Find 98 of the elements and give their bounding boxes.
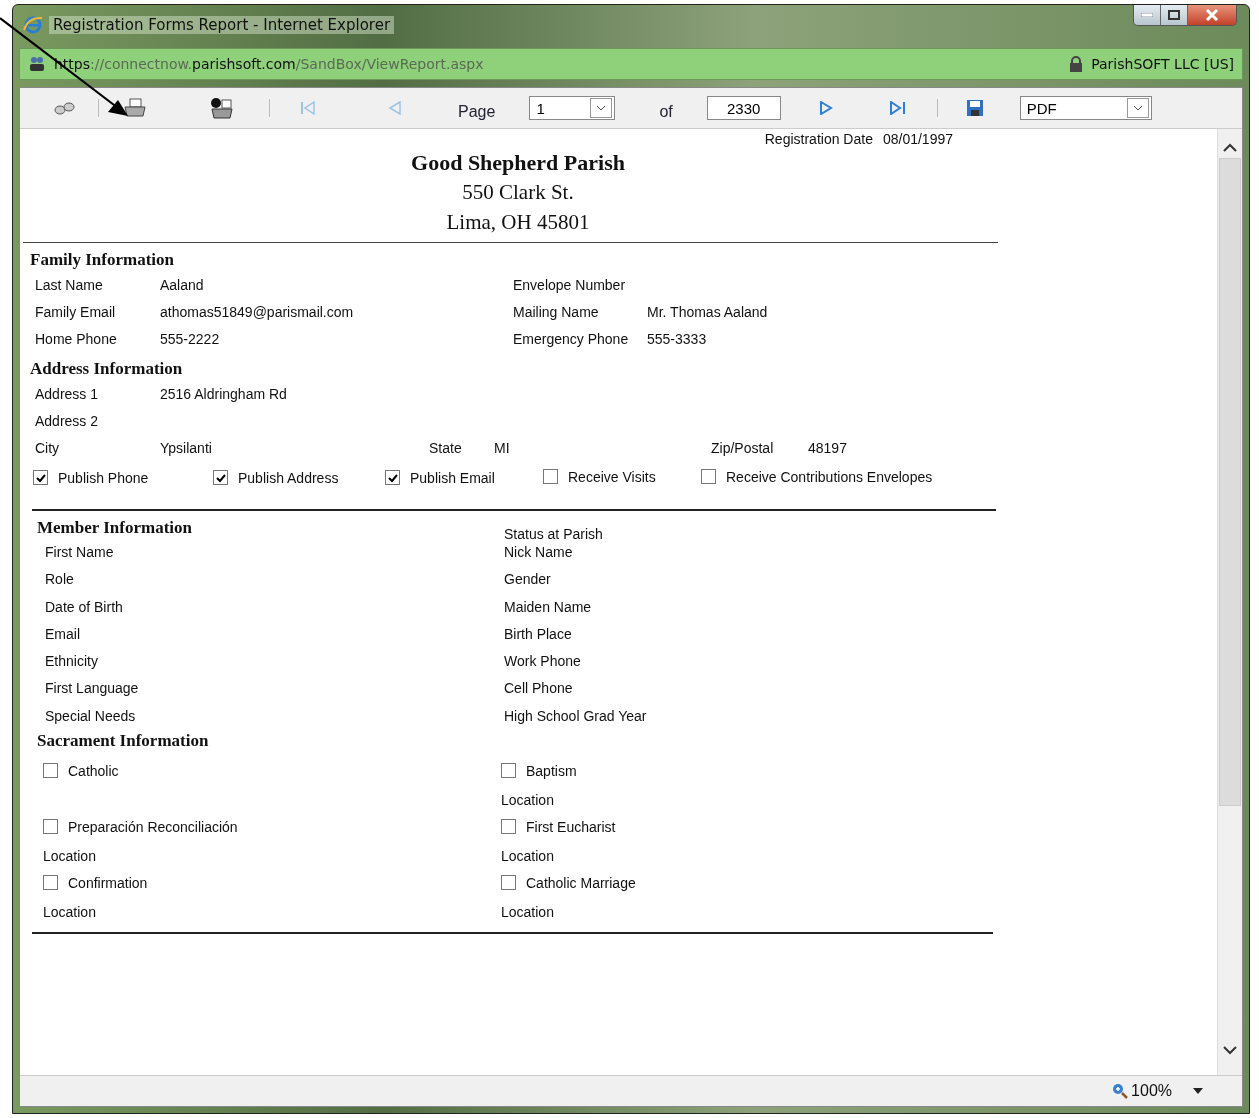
- field-label: Location: [501, 792, 554, 809]
- field-label: Work Phone: [504, 652, 581, 672]
- checkbox-label: Publish Phone: [58, 469, 149, 486]
- field-label: Location: [43, 848, 96, 865]
- field-label: Ethnicity: [45, 652, 98, 672]
- field-label: Family Email: [35, 303, 117, 320]
- checkbox[interactable]: [501, 819, 516, 835]
- minimize-button[interactable]: [1134, 5, 1161, 25]
- field-label: Email: [45, 624, 80, 644]
- field-label: Gender: [504, 570, 551, 590]
- page-label: Page: [458, 103, 496, 121]
- field-label: Date of Birth: [45, 597, 123, 617]
- scrollbar[interactable]: [1217, 129, 1242, 1075]
- zoom-icon[interactable]: [1112, 1083, 1129, 1099]
- field-value: 48197: [808, 439, 847, 456]
- field-label: Zip/Postal: [711, 439, 775, 456]
- registration-date: 08/01/1997: [882, 131, 953, 147]
- field-label: First Language: [45, 679, 139, 699]
- field-label: Location: [501, 904, 554, 921]
- field-value: Mr. Thomas Aaland: [647, 303, 768, 320]
- field-value: 555-3333: [647, 330, 707, 347]
- field-label: State: [429, 439, 463, 456]
- field-value: 555-2222: [160, 330, 220, 347]
- field-label: Last Name: [35, 276, 104, 293]
- field-label: High School Grad Year: [504, 706, 647, 726]
- field-label: Home Phone: [35, 330, 118, 347]
- site-icon: [28, 55, 46, 73]
- checkbox[interactable]: [43, 875, 58, 891]
- print-icon[interactable]: [123, 98, 147, 118]
- checkbox-label: Publish Email: [410, 469, 495, 486]
- checkbox-label: Receive Visits: [568, 468, 656, 485]
- zoom-level[interactable]: 100%: [1131, 1082, 1172, 1100]
- checkbox[interactable]: [385, 470, 400, 485]
- field-value: Aaland: [160, 276, 204, 293]
- window-title: Registration Forms Report - Internet Explorer: [49, 16, 395, 34]
- field-label: Cell Phone: [504, 679, 573, 699]
- checkbox[interactable]: [543, 469, 558, 485]
- field-label: Maiden Name: [504, 597, 592, 617]
- maximize-icon[interactable]: [1168, 10, 1180, 20]
- close-icon[interactable]: [1205, 9, 1219, 21]
- checkbox[interactable]: [213, 470, 228, 485]
- field-label: Address 1: [35, 385, 100, 402]
- checkbox-label: Preparación Reconciliación: [68, 818, 238, 835]
- page-select[interactable]: 1: [529, 96, 616, 120]
- section-heading: Member Information: [36, 517, 194, 539]
- section-heading: Sacrament Information: [36, 730, 209, 753]
- find-icon[interactable]: [54, 101, 76, 115]
- dropdown-arrow-icon[interactable]: [1193, 1088, 1203, 1094]
- close-button[interactable]: [1188, 5, 1236, 25]
- parish-city: Lima, OH 45801: [445, 209, 591, 236]
- checkbox[interactable]: [43, 763, 58, 779]
- scroll-up-icon[interactable]: [1223, 143, 1237, 152]
- page-count-field[interactable]: 2330: [706, 96, 781, 120]
- maximize-button[interactable]: [1161, 5, 1188, 25]
- field-value: 2516 Aldringham Rd: [160, 385, 287, 402]
- next-page-icon[interactable]: [818, 101, 833, 115]
- field-label: Location: [501, 848, 554, 865]
- lock-icon: [1069, 56, 1084, 72]
- field-label: Role: [45, 570, 74, 590]
- scroll-down-icon[interactable]: [1223, 1046, 1237, 1055]
- checkbox[interactable]: [701, 469, 716, 485]
- certificate-label[interactable]: ParishSOFT LLC [US]: [1091, 56, 1234, 72]
- field-label: Location: [43, 904, 96, 921]
- checkbox-label: Receive Contributions Envelopes: [726, 468, 933, 485]
- field-label: Nick Name: [504, 543, 573, 562]
- checkbox-label: First Eucharist: [526, 818, 616, 835]
- field-label: City: [35, 439, 61, 456]
- parish-name: Good Shepherd Parish: [410, 149, 626, 177]
- section-heading: Family Information: [29, 249, 175, 271]
- save-icon[interactable]: [965, 99, 984, 117]
- field-label: Address 2: [35, 412, 100, 429]
- checkbox[interactable]: [33, 470, 48, 485]
- field-label: Emergency Phone: [513, 330, 630, 347]
- export-format-select[interactable]: PDF: [1019, 96, 1152, 120]
- field-value: athomas51849@parismail.com: [160, 303, 354, 320]
- field-value: MI: [494, 439, 511, 456]
- field-label: Mailing Name: [513, 303, 600, 320]
- last-page-icon[interactable]: [888, 101, 907, 115]
- registration-date-label: Registration Date: [764, 131, 873, 147]
- checkbox[interactable]: [501, 875, 516, 891]
- field-label: Status at Parish: [504, 526, 603, 542]
- browser-logo-icon: [23, 15, 43, 35]
- parish-street: 550 Clark St.: [461, 179, 575, 206]
- field-label: Special Needs: [45, 706, 136, 726]
- checkbox-label: Catholic Marriage: [526, 874, 636, 891]
- field-label: First Name: [45, 543, 114, 562]
- field-value: Ypsilanti: [160, 439, 213, 456]
- field-label: Envelope Number: [513, 276, 627, 293]
- checkbox-label: Publish Address: [238, 469, 339, 486]
- section-heading: Address Information: [29, 358, 183, 380]
- field-label: Birth Place: [504, 624, 572, 644]
- checkbox-label: Catholic: [68, 762, 119, 779]
- print-preview-icon[interactable]: [209, 97, 235, 119]
- checkbox-label: Confirmation: [68, 874, 148, 891]
- checkbox[interactable]: [43, 819, 58, 835]
- checkbox[interactable]: [501, 763, 516, 779]
- checkbox-label: Baptism: [526, 762, 577, 779]
- of-label: of: [659, 103, 673, 121]
